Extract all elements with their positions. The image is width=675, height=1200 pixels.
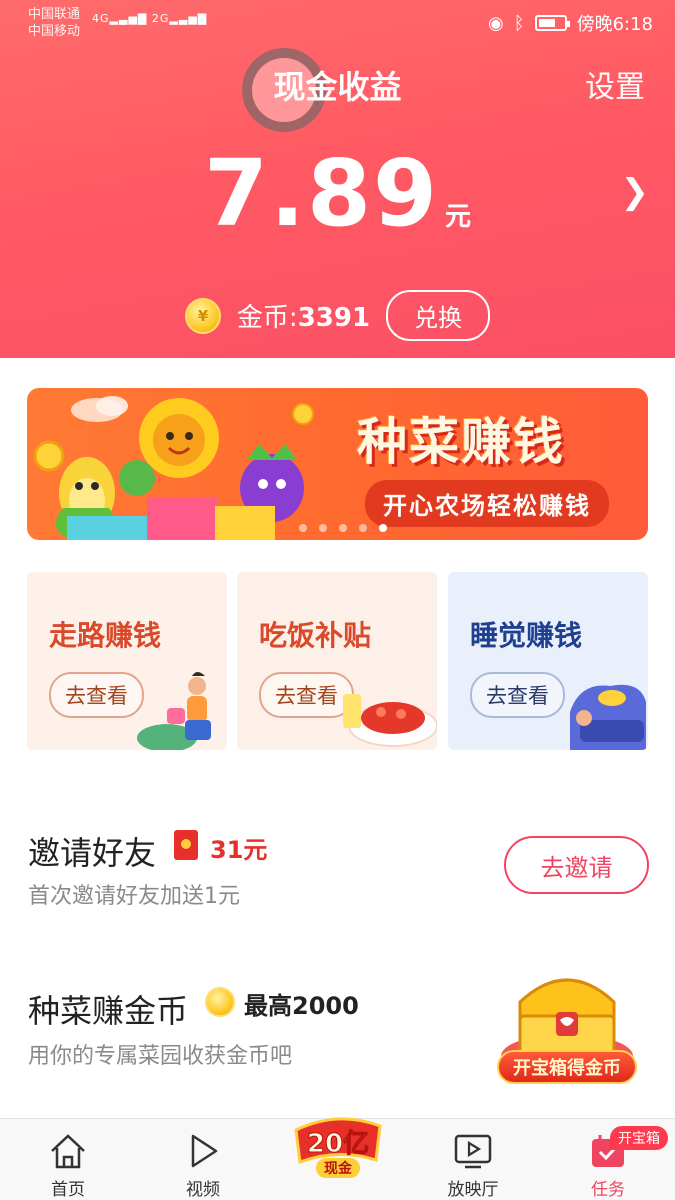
carousel-dot[interactable] (319, 524, 327, 532)
food-plate-illustration (343, 694, 437, 747)
carousel-dot-active[interactable] (379, 524, 387, 532)
exchange-button[interactable]: 兑换 (386, 290, 491, 341)
sleep-earn-card[interactable]: 睡觉赚钱 去查看 (448, 572, 648, 750)
page-title: 现金收益 (273, 68, 402, 106)
carousel-dot[interactable] (299, 524, 307, 532)
coin-row: ¥ 金币:3391 兑换 (0, 290, 675, 341)
view-button[interactable]: 去查看 (470, 672, 565, 718)
red-packet-icon (174, 830, 198, 860)
farm-banner[interactable]: 种菜赚钱 开心农场轻松赚钱 (27, 388, 648, 540)
banner-illustration (33, 396, 314, 540)
home-icon (51, 1134, 85, 1169)
signal-1-label: 4G (92, 12, 110, 25)
walking-person-illustration (137, 672, 211, 750)
carrier-info: 中国联通 中国移动 (28, 6, 80, 40)
nav-video[interactable]: 视频 (148, 1119, 258, 1200)
cash-amount-value: 7.89 (203, 140, 439, 247)
card-title: 睡觉赚钱 (470, 619, 583, 652)
nav-theater[interactable]: 放映厅 (418, 1119, 528, 1200)
carrier-2: 中国移动 (28, 24, 81, 39)
coin-icon: ¥ (184, 297, 221, 334)
walk-earn-card[interactable]: 走路赚钱 去查看 (27, 572, 227, 750)
status-right: ◉ ᛒ 傍晚6:18 (488, 10, 653, 36)
coin-balance: 金币:3391 (236, 303, 371, 333)
carrier-1: 中国联通 (28, 7, 81, 22)
carousel-dot[interactable] (359, 524, 367, 532)
banner-title: 种菜赚钱 (357, 413, 565, 471)
status-bar: 中国联通 中国移动 4G▂▃▅▇ 2G▂▃▅▇ ◉ ᛒ 傍晚6:18 (0, 0, 675, 46)
cash-promo-button[interactable]: 20亿 现金 (282, 1108, 394, 1188)
cash-amount[interactable]: 7.89 元 (0, 140, 675, 247)
task-badge: 开宝箱 (610, 1126, 668, 1150)
banner-subtitle: 开心农场轻松赚钱 (365, 480, 609, 527)
nav-home[interactable]: 首页 (13, 1119, 123, 1200)
signal-icons: 4G▂▃▅▇ 2G▂▃▅▇ (92, 12, 208, 25)
promo-main-text: 20亿 (307, 1129, 369, 1159)
signal-2-label: 2G (151, 12, 170, 25)
coin-icon (205, 987, 235, 1017)
cash-unit: 元 (444, 202, 471, 232)
invite-subtitle: 首次邀请好友加送1元 (28, 884, 240, 909)
nav-video-label: 视频 (186, 1180, 220, 1200)
invite-reward: 31元 (210, 836, 268, 864)
farm-title: 种菜赚金币 (28, 992, 189, 1030)
card-title: 走路赚钱 (49, 619, 162, 652)
nav-tasks-label: 任务 (591, 1180, 625, 1200)
tv-icon (454, 1134, 492, 1169)
farm-subtitle: 用你的专属菜园收获金币吧 (28, 1044, 293, 1069)
bluetooth-icon: ᛒ (513, 12, 525, 34)
carousel-dot[interactable] (339, 524, 347, 532)
view-button[interactable]: 去查看 (49, 672, 144, 718)
carousel-indicator (299, 524, 387, 532)
eye-icon: ◉ (488, 12, 504, 34)
play-icon (191, 1134, 218, 1168)
chevron-right-icon[interactable]: ❯ (621, 172, 650, 212)
earnings-header: 中国联通 中国移动 4G▂▃▅▇ 2G▂▃▅▇ ◉ ᛒ 傍晚6:18 现金收益 … (0, 0, 675, 358)
nav-theater-label: 放映厅 (447, 1180, 499, 1200)
open-chest-label[interactable]: 开宝箱得金币 (497, 1050, 637, 1084)
promo-sub-text: 现金 (324, 1160, 353, 1177)
sleeping-illustration (570, 684, 646, 750)
card-title: 吃饭补贴 (259, 619, 372, 652)
invite-title: 邀请好友 (28, 834, 157, 872)
farm-reward: 最高2000 (244, 992, 359, 1020)
meal-subsidy-card[interactable]: 吃饭补贴 去查看 (237, 572, 437, 750)
status-time: 傍晚6:18 (576, 14, 653, 35)
nav-home-label: 首页 (51, 1180, 85, 1200)
settings-button[interactable]: 设置 (585, 62, 645, 106)
invite-button[interactable]: 去邀请 (504, 836, 649, 894)
battery-icon (534, 15, 570, 31)
